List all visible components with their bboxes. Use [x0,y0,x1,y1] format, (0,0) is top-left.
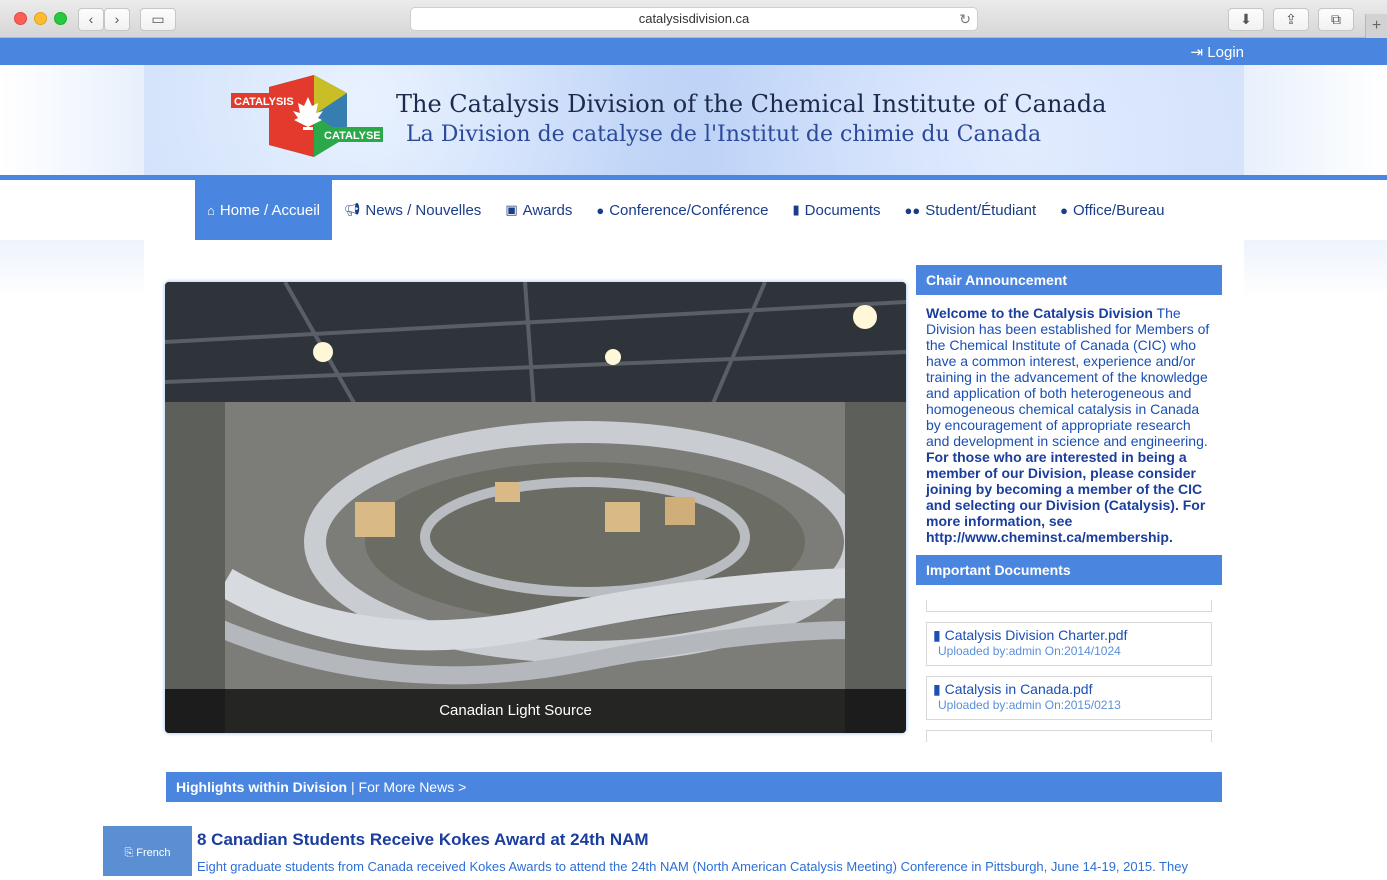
close-window-button[interactable] [14,12,27,25]
browser-toolbar: ‹ › ▭ catalysisdivision.ca ↻ ⬇ ⇪ ⧉ + [0,0,1387,38]
downloads-button[interactable]: ⬇ [1228,8,1264,31]
more-news-link[interactable]: | For More News > [347,779,466,795]
banner-fade-left [0,65,144,175]
document-item[interactable]: ▮ Catalysis in Canada.pdf Uploaded by:ad… [926,676,1212,720]
nav-conference[interactable]: ● Conference/Conférence [584,180,780,240]
svg-text:CATALYSE: CATALYSE [324,130,381,142]
image-slider[interactable]: Canadian Light Source [165,282,906,733]
translate-icon: ⎘ [124,847,137,859]
slide-image [165,282,906,733]
document-item[interactable]: ▮ Catalysis Division Charter.pdf Uploade… [926,622,1212,666]
highlights-header: Highlights within Division | For More Ne… [166,772,1222,802]
home-icon: ⌂ [207,202,215,218]
share-button[interactable]: ⇪ [1273,8,1309,31]
division-logo[interactable]: CATALYSIS CATALYSE [229,75,384,160]
pdf-file-icon: ▮ [933,627,945,643]
comments-icon: ● [596,202,605,218]
important-documents-header: Important Documents [916,555,1222,585]
membership-link[interactable]: For those who are interested in being a … [926,449,1205,545]
user-icon: ● [1060,202,1069,218]
address-bar[interactable]: catalysisdivision.ca ↻ [410,7,978,31]
nav-home[interactable]: ⌂ Home / Accueil [195,180,332,240]
nav-office[interactable]: ● Office/Bureau [1048,180,1176,240]
tabs-overview-button[interactable]: ⧉ [1318,8,1354,31]
page-shade-left [0,240,144,300]
users-icon: ●● [904,202,921,218]
svg-text:CATALYSIS: CATALYSIS [234,96,294,108]
document-link[interactable]: Catalysis Division Charter.pdf [945,627,1128,643]
banner-title-english: The Catalysis Division of the Chemical I… [396,90,1107,118]
nav-documents[interactable]: ▮ Documents [780,180,892,240]
document-link[interactable]: Catalysis in Canada.pdf [945,681,1093,697]
new-tab-button[interactable]: + [1365,14,1387,38]
news-summary: Eight graduate students from Canada rece… [197,859,1188,874]
zoom-window-button[interactable] [54,12,67,25]
banner-fade-right [1244,65,1387,175]
pdf-file-icon: ▮ [933,681,945,697]
reload-icon[interactable]: ↻ [959,8,971,30]
main-nav: ⌂ Home / Accueil 📢︎ News / Nouvelles ▣ Awar… [195,180,1176,240]
documents-list-bottom-edge [926,730,1212,742]
page-shade-right [1244,240,1387,300]
sign-in-icon: ⇥ [1190,44,1208,61]
news-headline[interactable]: 8 Canadian Students Receive Kokes Award … [197,830,649,850]
nav-student[interactable]: ●● Student/Étudiant [893,180,1049,240]
nav-awards[interactable]: ▣ Awards [493,180,584,240]
site-banner: CATALYSIS CATALYSE The Catalysis Divisio… [144,65,1244,175]
url-text: catalysisdivision.ca [638,11,750,26]
sidebar-toggle-button[interactable]: ▭ [140,8,176,31]
chair-announcement-text: Welcome to the Catalysis Division The Di… [926,305,1210,545]
nav-news[interactable]: 📢︎ News / Nouvelles [332,180,493,240]
back-button[interactable]: ‹ [78,8,104,31]
banner-title-french: La Division de catalyse de l'Institut de… [406,122,1042,147]
chair-announcement-header: Chair Announcement [916,265,1222,295]
gift-icon: ▣ [505,202,518,217]
login-link[interactable]: ⇥ Login [1191,43,1244,61]
bullhorn-icon: 📢︎ [343,202,361,217]
minimize-window-button[interactable] [34,12,47,25]
forward-button[interactable]: › [104,8,130,31]
slide-caption: Canadian Light Source [165,689,906,733]
language-switch-button[interactable]: ⎘ French [103,826,192,876]
documents-list-top-edge [926,600,1212,612]
top-bar: ⇥ Login [0,38,1387,65]
file-icon: ▮ [792,202,800,217]
